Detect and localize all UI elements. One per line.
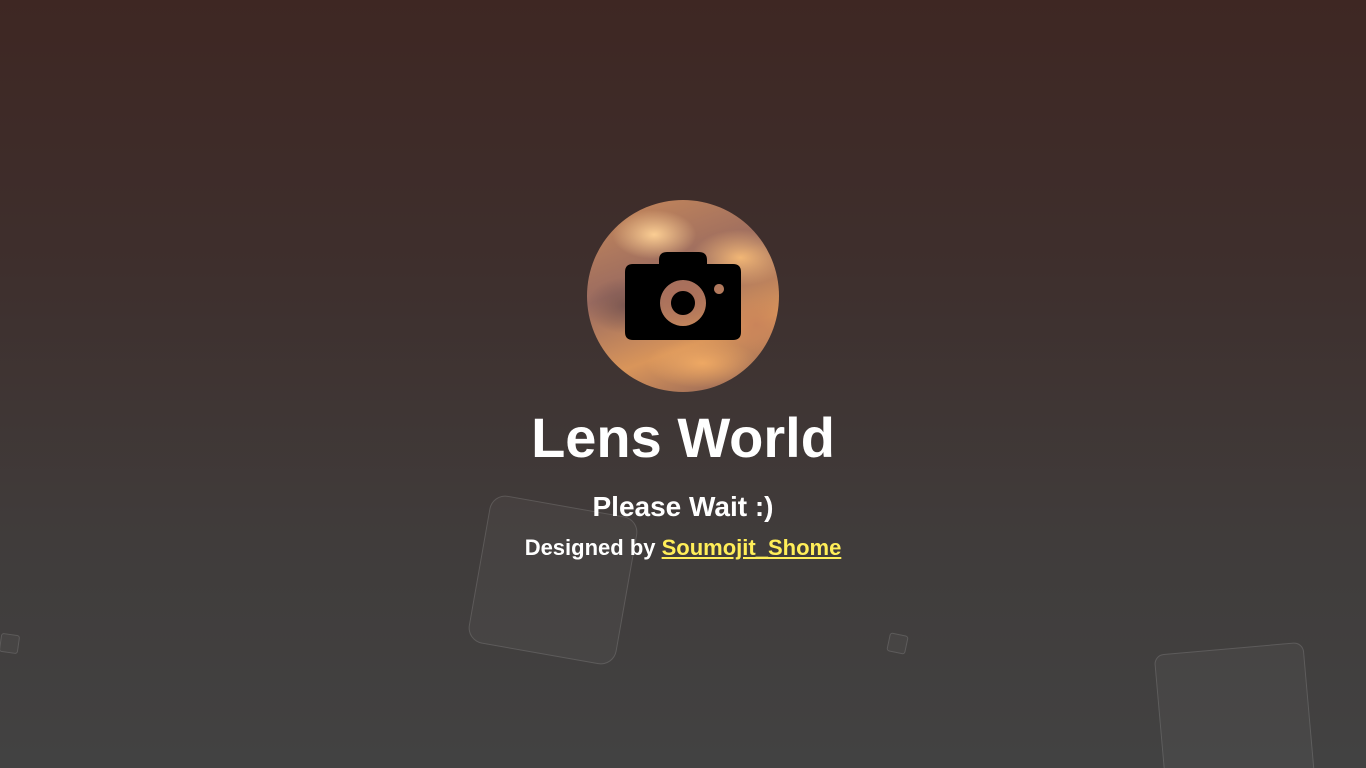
designer-link[interactable]: Soumojit_Shome (662, 535, 842, 560)
credit-prefix: Designed by (524, 535, 656, 560)
loading-message: Please Wait :) (592, 491, 774, 522)
loading-screen: Lens World Please Wait :) Designed by So… (0, 0, 1366, 768)
designer-credit: Designed by Soumojit_Shome (0, 534, 1366, 562)
app-title: Lens World (531, 406, 835, 469)
logo (587, 200, 779, 392)
camera-icon (625, 252, 741, 340)
